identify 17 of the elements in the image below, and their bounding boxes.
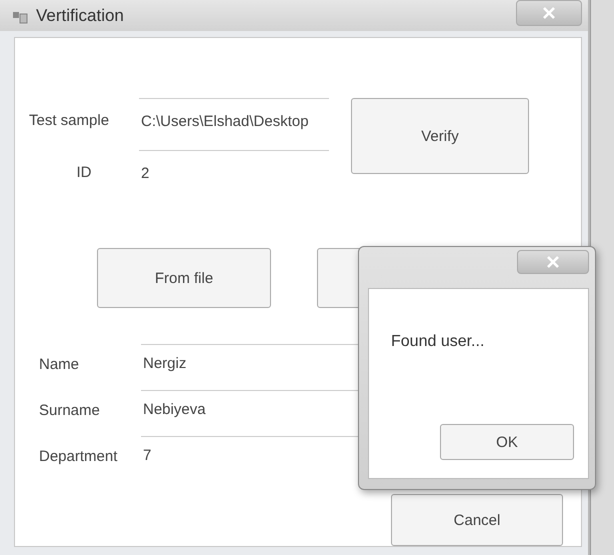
field-label: Surname bbox=[39, 401, 100, 421]
verify-button[interactable]: Verify bbox=[351, 98, 529, 174]
field-label: ID bbox=[76, 163, 92, 183]
field-label: Name bbox=[39, 355, 80, 375]
window-title: Vertification bbox=[36, 6, 125, 26]
text-field[interactable]: C:\Users\Elshad\Desktop bbox=[139, 98, 329, 150]
text-field[interactable]: 2 bbox=[139, 150, 329, 202]
close-icon bbox=[547, 256, 559, 268]
cancel-button[interactable]: Cancel bbox=[391, 494, 563, 546]
close-button[interactable] bbox=[516, 0, 582, 26]
field-label: Department bbox=[39, 447, 118, 467]
ok-button[interactable]: OK bbox=[440, 424, 574, 460]
field-label: Test sample bbox=[29, 111, 110, 131]
message-text: Found user... bbox=[391, 333, 486, 352]
close-icon bbox=[543, 7, 555, 19]
from-file-button[interactable]: From file bbox=[97, 248, 271, 308]
close-button[interactable] bbox=[517, 250, 589, 274]
